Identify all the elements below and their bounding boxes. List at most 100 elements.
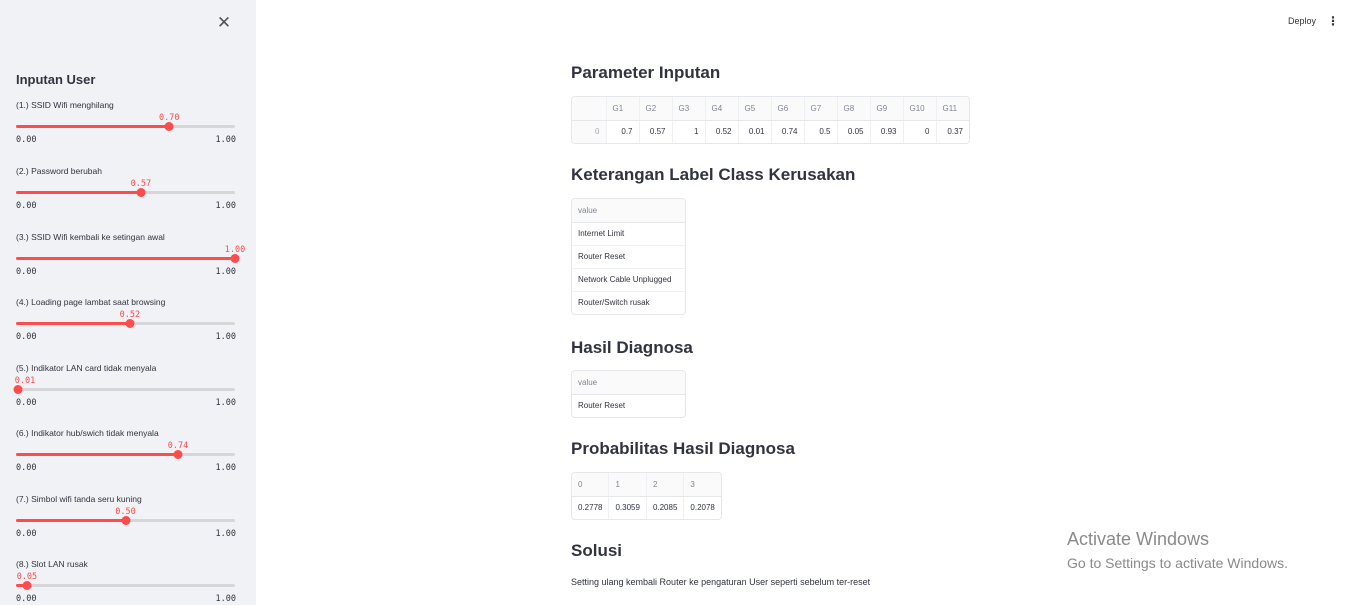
table-cell[interactable]: 0.57 xyxy=(639,120,673,143)
slider-track[interactable] xyxy=(16,516,235,525)
slider-track[interactable] xyxy=(16,450,235,459)
slider-thumb[interactable] xyxy=(13,385,23,394)
more-vertical-icon[interactable]: ⋮ xyxy=(1327,14,1339,28)
column-header[interactable]: G4 xyxy=(705,97,739,121)
slider-label: (7.) Simbol wifi tanda seru kuning xyxy=(16,494,142,504)
table-cell[interactable]: Router Reset xyxy=(572,245,685,269)
column-header[interactable]: 3 xyxy=(683,473,721,497)
slider-track[interactable] xyxy=(16,122,235,131)
sidebar: ✕ Inputan User (1.) SSID Wifi menghilang… xyxy=(0,0,256,605)
table-cell[interactable]: 0.93 xyxy=(870,120,904,143)
slider-label: (6.) Indikator hub/swich tidak menyala xyxy=(16,428,159,438)
column-header[interactable]: 0 xyxy=(572,473,610,497)
slider-thumb[interactable] xyxy=(164,122,174,131)
slider-thumb[interactable] xyxy=(173,450,183,459)
column-header[interactable]: G5 xyxy=(738,97,772,121)
slider-thumb[interactable] xyxy=(230,254,240,263)
slider-max: 1.00 xyxy=(215,201,236,211)
table-cell[interactable]: 0.3059 xyxy=(608,496,647,519)
column-header[interactable]: G11 xyxy=(936,97,969,121)
table-row: Internet Limit xyxy=(572,222,685,246)
slider-track[interactable] xyxy=(16,254,240,263)
slider-track[interactable] xyxy=(16,188,235,197)
slider-thumb[interactable] xyxy=(121,516,130,525)
table-row: Router/Switch rusak xyxy=(572,291,685,314)
column-header[interactable]: 1 xyxy=(608,473,647,497)
slider-2[interactable]: (2.) Password berubah 0.57 0.00 1.00 xyxy=(16,166,236,226)
table-cell[interactable]: Router/Switch rusak xyxy=(572,291,685,314)
column-header[interactable]: G8 xyxy=(837,97,871,121)
slider-min: 0.00 xyxy=(16,594,37,604)
table-cell[interactable]: 0.37 xyxy=(936,120,969,143)
solusi-heading: Solusi xyxy=(571,541,623,560)
slider-1[interactable]: (1.) SSID Wifi menghilang 0.70 0.00 1.00 xyxy=(16,100,236,160)
slider-fill xyxy=(16,453,179,456)
slider-8[interactable]: (8.) Slot LAN rusak 0.05 0.00 1.00 xyxy=(16,559,236,605)
column-header[interactable]: G10 xyxy=(903,97,937,121)
table-cell[interactable]: 0.7 xyxy=(606,120,640,143)
slider-thumb[interactable] xyxy=(22,581,32,590)
table-cell[interactable]: 0.05 xyxy=(837,120,871,143)
deploy-button[interactable]: Deploy xyxy=(1288,16,1316,26)
column-header[interactable]: 2 xyxy=(646,473,685,497)
slider-max: 1.00 xyxy=(215,332,236,342)
column-header[interactable]: G6 xyxy=(771,97,805,121)
table-cell[interactable]: Router Reset xyxy=(572,394,685,417)
column-header[interactable] xyxy=(572,97,607,121)
column-header[interactable]: G1 xyxy=(606,97,640,121)
table-cell[interactable]: 0.52 xyxy=(705,120,739,143)
slider-track[interactable] xyxy=(16,581,235,590)
close-icon[interactable]: ✕ xyxy=(216,14,232,31)
table-cell[interactable]: 0.5 xyxy=(804,120,838,143)
table-row: Router Reset xyxy=(572,245,685,269)
table-cell[interactable]: 0.74 xyxy=(771,120,805,143)
table-cell[interactable]: 0.2778 xyxy=(572,496,610,519)
column-header[interactable]: G9 xyxy=(870,97,904,121)
slider-min: 0.00 xyxy=(16,398,37,408)
table-cell[interactable]: 0.2078 xyxy=(684,496,721,519)
slider-fill xyxy=(16,257,235,260)
slider-fill xyxy=(16,519,126,522)
column-header[interactable]: value xyxy=(572,199,685,223)
slider-thumb[interactable] xyxy=(136,188,146,197)
table-cell[interactable]: 0 xyxy=(903,120,937,143)
slider-max: 1.00 xyxy=(215,267,236,277)
table-row: 0 0.7 0.57 1 0.52 0.01 0.74 0.5 0.05 0.93 0 0.37 xyxy=(572,120,969,143)
column-header[interactable]: G2 xyxy=(639,97,673,121)
slider-thumb[interactable] xyxy=(125,319,135,328)
slider-label: (5.) Indikator LAN card tidak menyala xyxy=(16,363,157,373)
slider-5[interactable]: (5.) Indikator LAN card tidak menyala 0.0… xyxy=(13,363,236,423)
slider-max: 1.00 xyxy=(215,594,236,604)
slider-min: 0.00 xyxy=(16,135,37,145)
slider-max: 1.00 xyxy=(215,135,236,145)
table-cell[interactable]: 0.01 xyxy=(738,120,772,143)
param-heading: Parameter Inputan xyxy=(571,63,721,82)
table-cell[interactable]: 1 xyxy=(672,120,706,143)
slider-max: 1.00 xyxy=(215,463,236,473)
slider-track[interactable] xyxy=(13,385,235,394)
slider-fill xyxy=(16,125,170,128)
label-table[interactable]: value Internet Limit Router Reset Network … xyxy=(571,198,686,315)
slider-label: (4.) Loading page lambat saat browsing xyxy=(16,297,166,307)
column-header[interactable]: value xyxy=(572,371,685,395)
windows-watermark-title: Activate Windows xyxy=(1067,529,1210,549)
slider-4[interactable]: (4.) Loading page lambat saat browsing 0.… xyxy=(16,297,236,357)
slider-min: 0.00 xyxy=(16,332,37,342)
diag-table[interactable]: value Router Reset xyxy=(571,370,686,418)
table-cell[interactable]: Network Cable Unplugged xyxy=(572,268,685,292)
table-cell[interactable]: 0.2085 xyxy=(646,496,685,519)
param-table[interactable]: G1 G2 G3 G4 G5 G6 G7 G8 G9 G10 G11 0 0.7 0.57 1 0.52 0.… xyxy=(571,96,970,144)
slider-min: 0.00 xyxy=(16,267,37,277)
windows-watermark-subtitle: Go to Settings to activate Windows. xyxy=(1067,555,1288,571)
slider-6[interactable]: (6.) Indikator hub/swich tidak menyala 0.… xyxy=(16,428,236,488)
column-header[interactable]: G7 xyxy=(804,97,838,121)
slider-7[interactable]: (7.) Simbol wifi tanda seru kuning 0.50 0.… xyxy=(16,494,236,554)
slider-track[interactable] xyxy=(16,319,235,328)
slider-3[interactable]: (3.) SSID Wifi kembali ke setingan awal 1… xyxy=(16,232,245,292)
slider-fill xyxy=(16,322,130,325)
prob-table[interactable]: 0123 0.2778 0.3059 0.2085 0.2078 xyxy=(571,472,722,520)
table-cell[interactable]: 0 xyxy=(572,120,607,143)
table-cell[interactable]: Internet Limit xyxy=(572,222,685,246)
column-header[interactable]: G3 xyxy=(672,97,706,121)
table-row: Router Reset xyxy=(572,394,685,417)
